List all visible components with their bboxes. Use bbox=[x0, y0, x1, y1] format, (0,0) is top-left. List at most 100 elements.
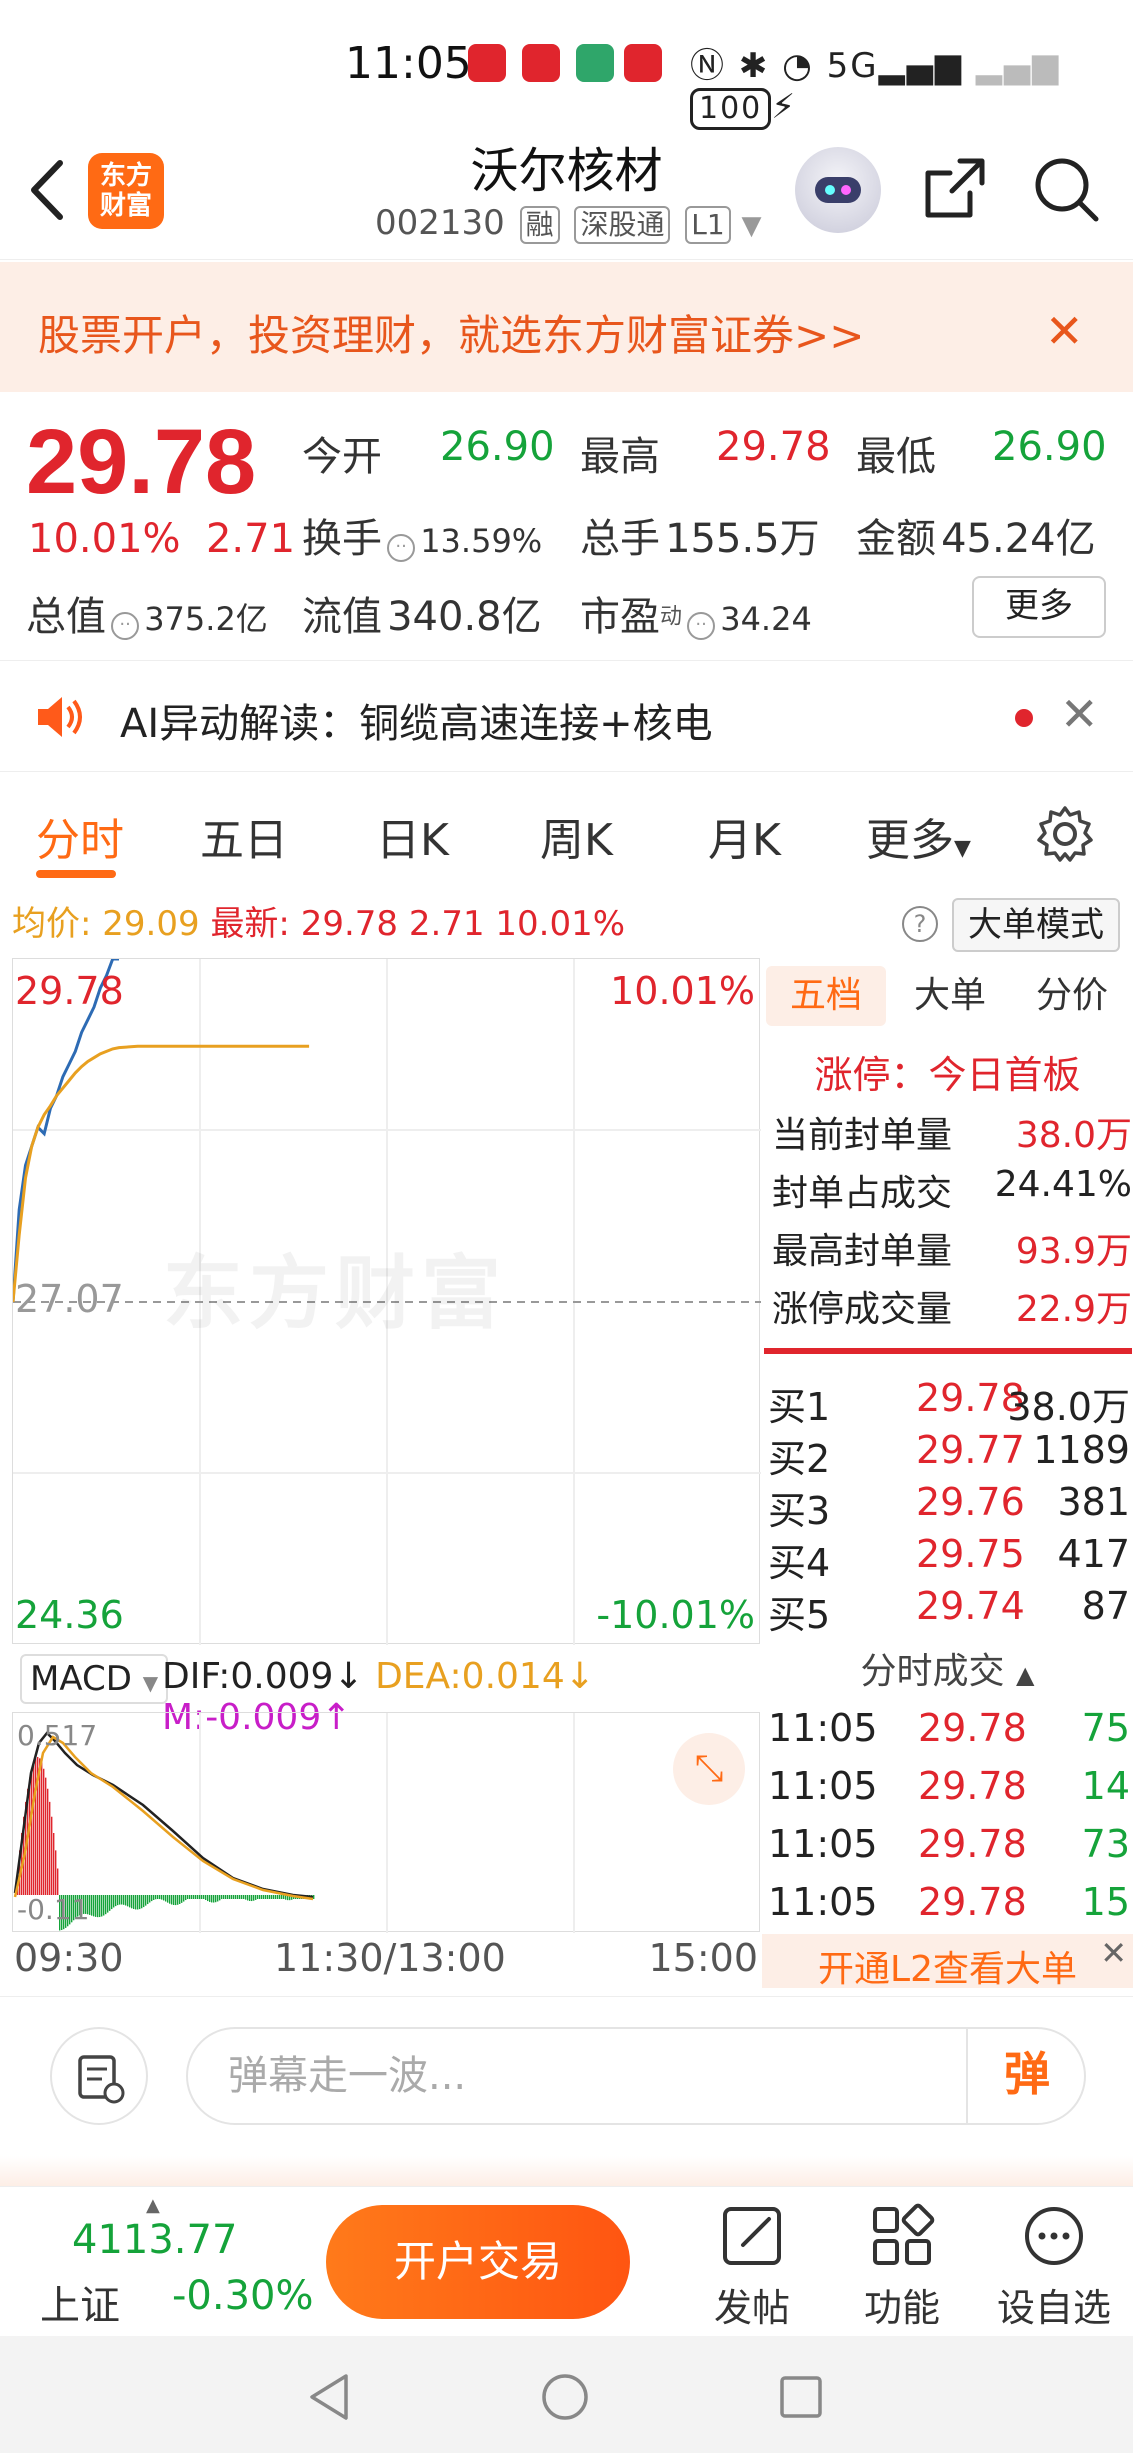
macd-histogram-bar bbox=[197, 1895, 199, 1899]
bid-row[interactable]: 买2 29.77 1189 bbox=[768, 1428, 1130, 1481]
close-icon[interactable]: ✕ bbox=[1100, 1934, 1127, 1972]
tab-more[interactable]: 更多▼ bbox=[866, 804, 971, 868]
pe-field[interactable]: 市盈动 ·· 34.24 bbox=[580, 584, 812, 642]
ai-insight-bar[interactable]: AI异动解读：铜缆高速连接+核电 ✕ bbox=[0, 660, 1133, 772]
big-order-mode-button[interactable]: 大单模式 bbox=[952, 898, 1120, 952]
help-icon[interactable]: ? bbox=[902, 906, 938, 942]
more-button[interactable]: 更多 bbox=[972, 576, 1106, 638]
info-icon[interactable]: ·· bbox=[387, 533, 416, 562]
macd-histogram-bar bbox=[271, 1895, 273, 1899]
seal-row: 封单占成交 24.41% bbox=[772, 1164, 1132, 1214]
macd-histogram-bar bbox=[49, 1801, 51, 1895]
expand-icon[interactable]: ⤡ bbox=[673, 1733, 745, 1805]
macd-histogram-bar bbox=[205, 1895, 207, 1900]
ticks-header-label: 分时成交 bbox=[860, 1651, 1005, 1692]
back-triangle-icon[interactable] bbox=[306, 2372, 352, 2422]
intraday-chart[interactable]: 东方财富 29.78 10.01% 27.07 24.36 -10.01% bbox=[12, 958, 761, 1645]
macd-histogram-bar bbox=[249, 1895, 251, 1901]
info-icon[interactable]: ·· bbox=[687, 611, 716, 640]
index-pct[interactable]: -0.30% bbox=[172, 2273, 314, 2319]
bid-row[interactable]: 买3 29.76 381 bbox=[768, 1480, 1130, 1533]
price-change: 10.01% 2.71 bbox=[28, 516, 295, 562]
tab-intraday[interactable]: 分时 bbox=[36, 804, 124, 868]
tab-price-distribution[interactable]: 分价 bbox=[1012, 966, 1132, 1026]
tab-big-orders[interactable]: 大单 bbox=[890, 966, 1010, 1026]
macd-histogram-bar bbox=[145, 1895, 147, 1906]
caret-down-icon: ▼ bbox=[142, 1671, 159, 1695]
l2-upgrade-bar[interactable]: 开通L2查看大单 ✕ bbox=[762, 1934, 1133, 1990]
seal-row: 涨停成交量 22.9万 bbox=[772, 1262, 1132, 1330]
ai-insight-text[interactable]: AI异动解读：铜缆高速连接+核电 bbox=[120, 691, 713, 749]
arrow-down-icon: ↓ bbox=[564, 1656, 595, 1697]
info-icon[interactable]: ·· bbox=[111, 611, 140, 640]
danmu-input[interactable]: 弹幕走一波... bbox=[186, 2027, 1086, 2125]
seal-value: 22.9万 bbox=[1015, 1289, 1132, 1330]
grid-icon bbox=[873, 2203, 935, 2265]
close-icon[interactable]: ✕ bbox=[1060, 687, 1099, 741]
ticks-header[interactable]: 分时成交 ▲ bbox=[762, 1642, 1133, 1694]
latest-value: 29.78 bbox=[300, 904, 399, 944]
recents-square-icon[interactable] bbox=[778, 2374, 824, 2420]
macd-histogram-bar bbox=[93, 1895, 95, 1917]
bid-row[interactable]: 买4 29.75 417 bbox=[768, 1532, 1130, 1585]
l2-upgrade-text[interactable]: 开通L2查看大单 bbox=[762, 1940, 1133, 1992]
share-icon[interactable] bbox=[920, 153, 990, 223]
tab-weekly-k[interactable]: 周K bbox=[540, 804, 613, 868]
search-icon[interactable] bbox=[1030, 153, 1102, 225]
more-dots-icon bbox=[1025, 2207, 1083, 2265]
close-icon[interactable]: ✕ bbox=[1045, 304, 1084, 358]
macd-histogram-bar bbox=[161, 1895, 163, 1900]
bottom-bar: ▲ 4113.77 上证 -0.30% 开户交易 发帖 功能 设自选 bbox=[0, 2186, 1133, 2336]
macd-histogram-bar bbox=[243, 1895, 245, 1899]
macd-histogram-bar bbox=[43, 1768, 45, 1895]
bid-row[interactable]: 买5 29.74 87 bbox=[768, 1584, 1130, 1637]
tab-five-levels[interactable]: 五档 bbox=[766, 966, 886, 1026]
open-account-trade-button[interactable]: 开户交易 bbox=[326, 2205, 630, 2319]
tab-five-day[interactable]: 五日 bbox=[200, 804, 288, 868]
low-value: 26.90 bbox=[992, 424, 1107, 470]
macd-histogram-bar bbox=[121, 1895, 123, 1905]
macd-histogram-bar bbox=[213, 1895, 215, 1903]
macd-chart[interactable]: 0.517 -0.11 ⤡ bbox=[12, 1712, 760, 1933]
macd-histogram-bar bbox=[261, 1895, 263, 1899]
macd-histogram-bar bbox=[209, 1895, 211, 1902]
promo-banner[interactable]: 股票开户，投资理财，就选东方财富证券>> ✕ bbox=[0, 262, 1133, 392]
volume-label: 总手 bbox=[580, 516, 660, 562]
bid-row[interactable]: 买1 29.78 38.0万 bbox=[768, 1376, 1130, 1429]
macd-histogram-bar bbox=[185, 1895, 187, 1901]
status-time: 11:05 bbox=[345, 38, 472, 89]
danmu-button[interactable]: 弹 bbox=[966, 2027, 1086, 2125]
turnover-field[interactable]: 换手 ·· 13.59% bbox=[302, 506, 542, 564]
open-value: 26.90 bbox=[440, 424, 555, 470]
index-name[interactable]: 上证 bbox=[40, 2273, 120, 2331]
margin-tag: 融 bbox=[519, 206, 560, 244]
macd-histogram-bar bbox=[187, 1895, 189, 1899]
tick-volume: 73 bbox=[1081, 1822, 1130, 1866]
nav-post[interactable]: 发帖 bbox=[692, 2201, 812, 2332]
bid-volume: 381 bbox=[1057, 1480, 1130, 1524]
promo-text[interactable]: 股票开户，投资理财，就选东方财富证券>> bbox=[38, 302, 864, 363]
mktcap-field[interactable]: 总值 ·· 375.2亿 bbox=[26, 584, 268, 642]
macd-histogram-bar bbox=[103, 1895, 105, 1916]
seal-value: 24.41% bbox=[994, 1164, 1132, 1205]
nav-functions[interactable]: 功能 bbox=[842, 2201, 962, 2332]
macd-histogram-bar bbox=[165, 1895, 167, 1902]
macd-histogram-bar bbox=[279, 1895, 281, 1899]
abs-change-value: 2.71 bbox=[205, 516, 296, 562]
macd-histogram-bar bbox=[203, 1895, 205, 1899]
tab-monthly-k[interactable]: 月K bbox=[708, 804, 781, 868]
charging-icon: ⚡ bbox=[771, 87, 798, 127]
macd-histogram-bar bbox=[51, 1816, 53, 1895]
macd-histogram-bar bbox=[123, 1895, 125, 1905]
nav-add-watchlist[interactable]: 设自选 bbox=[994, 2201, 1114, 2332]
gear-icon[interactable] bbox=[1035, 804, 1095, 864]
macd-histogram-bar bbox=[109, 1895, 111, 1911]
indicator-select[interactable]: MACD ▼ bbox=[20, 1654, 169, 1704]
ai-robot-avatar[interactable] bbox=[795, 147, 881, 233]
home-circle-icon[interactable] bbox=[540, 2372, 590, 2422]
index-value[interactable]: 4113.77 bbox=[72, 2217, 237, 2263]
tab-daily-k[interactable]: 日K bbox=[376, 804, 449, 868]
comment-settings-button[interactable] bbox=[50, 2027, 148, 2125]
stock-code-line[interactable]: 002130 融 深股通 L1 ▼ bbox=[375, 203, 762, 244]
tick-price: 29.78 bbox=[918, 1880, 1027, 1924]
